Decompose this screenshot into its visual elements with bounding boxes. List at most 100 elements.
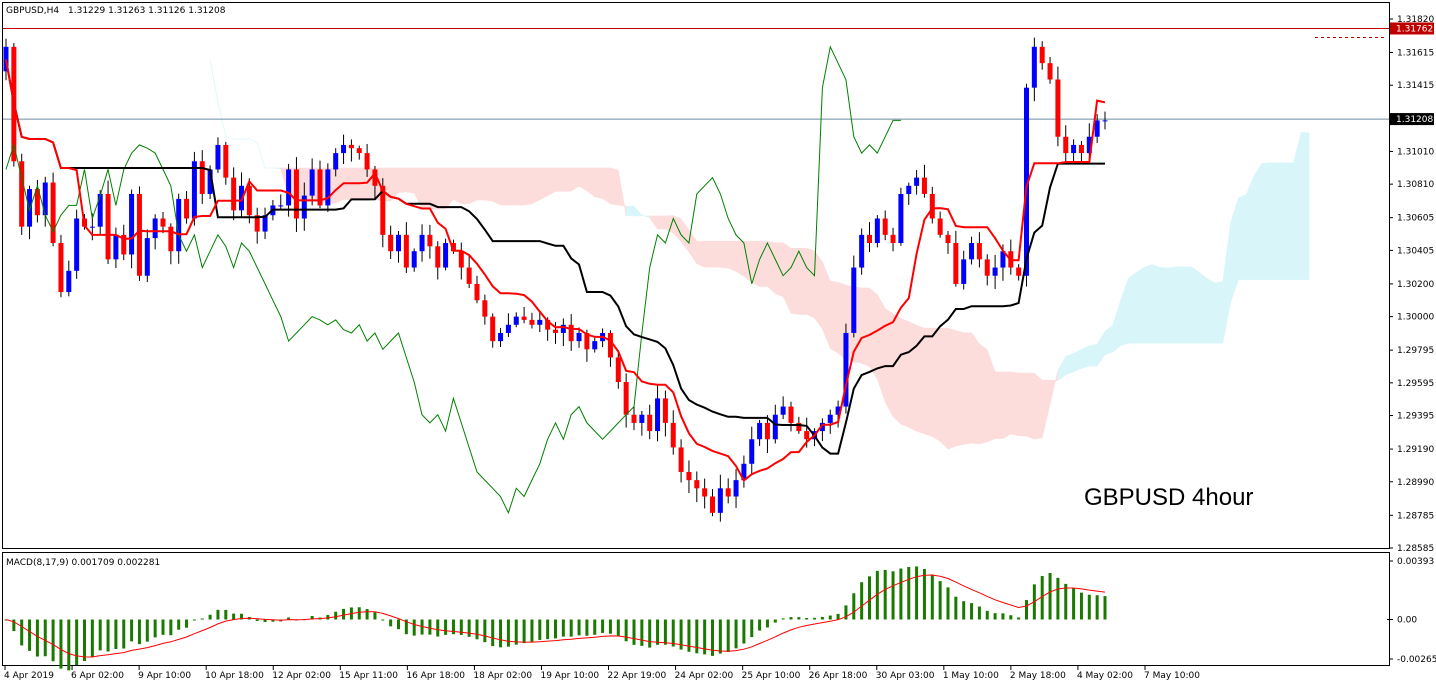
bull-candle — [309, 169, 315, 196]
macd-bar — [624, 619, 628, 642]
price-tick-label: 1.30810 — [1397, 180, 1434, 190]
bull-candle — [129, 193, 135, 255]
cloud-segment — [712, 240, 721, 268]
cloud-segment — [649, 215, 658, 230]
macd-bar — [59, 619, 63, 669]
cloud-segment — [610, 167, 619, 206]
macd-bar — [1001, 613, 1005, 620]
cloud-segment — [256, 142, 266, 169]
macd-bar — [467, 619, 471, 637]
bull-candle — [74, 218, 80, 271]
bull-candle — [286, 169, 292, 206]
macd-bar — [773, 619, 777, 623]
bear-candle — [953, 243, 959, 284]
cloud-segment — [468, 167, 478, 205]
bull-candle — [914, 177, 920, 186]
cloud-segment — [406, 167, 415, 194]
cloud-segment — [759, 240, 768, 287]
cloud-segment — [516, 167, 525, 206]
macd-bar — [1009, 615, 1013, 620]
bull-candle — [780, 406, 786, 415]
cloud-segment — [1144, 264, 1153, 344]
bear-candle — [466, 267, 472, 284]
cloud-segment — [445, 167, 454, 210]
cloud-segment — [625, 205, 635, 217]
macd-bar — [483, 619, 487, 643]
macd-bar — [522, 619, 526, 644]
macd-bar — [742, 619, 746, 644]
macd-bar — [922, 569, 926, 620]
macd-bar — [765, 619, 769, 628]
macd-bar — [718, 619, 722, 654]
bull-candle — [419, 234, 425, 252]
bull-candle — [757, 422, 763, 440]
cloud-segment — [908, 321, 917, 432]
macd-bar — [616, 619, 620, 637]
cloud-segment — [531, 167, 541, 205]
cloud-segment — [657, 215, 666, 230]
macd-bar — [915, 566, 919, 620]
macd-bar — [977, 606, 981, 620]
macd-bar — [1072, 588, 1076, 620]
bull-candle — [898, 193, 904, 244]
cloud-segment — [1049, 370, 1059, 405]
macd-bar — [145, 619, 149, 642]
macd-bar — [35, 619, 39, 657]
macd-bar — [813, 617, 817, 620]
macd-bar — [601, 619, 605, 633]
macd-bar — [554, 619, 557, 639]
cloud-segment — [900, 317, 909, 428]
time-tick-label: 25 Apr 10:00 — [742, 671, 801, 681]
macd-tick-label: 0.00393 — [1397, 557, 1434, 567]
cloud-segment — [955, 330, 964, 447]
bull-candle — [851, 267, 857, 333]
bear-candle — [160, 218, 166, 227]
cloud-segment — [1175, 266, 1184, 344]
macd-bar — [569, 619, 573, 637]
cloud-segment — [939, 327, 949, 450]
bull-candle — [411, 251, 417, 268]
bear-candle — [231, 177, 237, 211]
cloud-segment — [1230, 197, 1239, 303]
macd-bar — [1064, 583, 1068, 620]
bear-candle — [223, 144, 229, 178]
macd-bar — [357, 607, 361, 620]
macd-bar — [475, 619, 479, 640]
bear-candle — [984, 259, 990, 276]
macd-bar — [538, 619, 542, 640]
price-tick-label: 1.29795 — [1397, 346, 1434, 356]
bull-candle — [961, 259, 967, 284]
macd-bar — [930, 574, 934, 620]
cloud-segment — [641, 214, 650, 219]
cloud-segment — [877, 293, 886, 403]
cloud-segment — [994, 371, 1004, 439]
bull-candle — [592, 341, 598, 350]
macd-bar — [161, 619, 165, 635]
macd-bar — [365, 609, 369, 620]
cloud-segment — [555, 167, 564, 192]
bear-candle — [867, 234, 872, 244]
cloud-segment — [476, 167, 486, 201]
macd-bar — [962, 601, 966, 620]
cloud-segment — [963, 332, 972, 445]
macd-bar — [98, 619, 102, 651]
bull-candle — [513, 316, 519, 325]
macd-bar — [185, 619, 189, 628]
price-tick-label: 1.30000 — [1397, 313, 1434, 323]
macd-bar — [67, 619, 71, 671]
macd-bar — [726, 619, 730, 652]
macd-bar — [169, 619, 173, 636]
bull-candle — [1094, 120, 1100, 137]
cloud-segment — [602, 167, 611, 205]
macd-bar — [671, 619, 675, 647]
bear-candle — [105, 193, 111, 260]
macd-bar — [891, 571, 895, 620]
bull-candle — [1102, 120, 1108, 122]
macd-bar — [83, 619, 86, 662]
cloud-segment — [1214, 281, 1223, 344]
cloud-segment — [1253, 162, 1263, 280]
cloud-segment — [1018, 372, 1027, 437]
time-tick-label: 4 Apr 2019 — [4, 671, 54, 681]
macd-bar — [687, 619, 691, 652]
time-tick-label: 26 Apr 18:00 — [809, 671, 868, 681]
